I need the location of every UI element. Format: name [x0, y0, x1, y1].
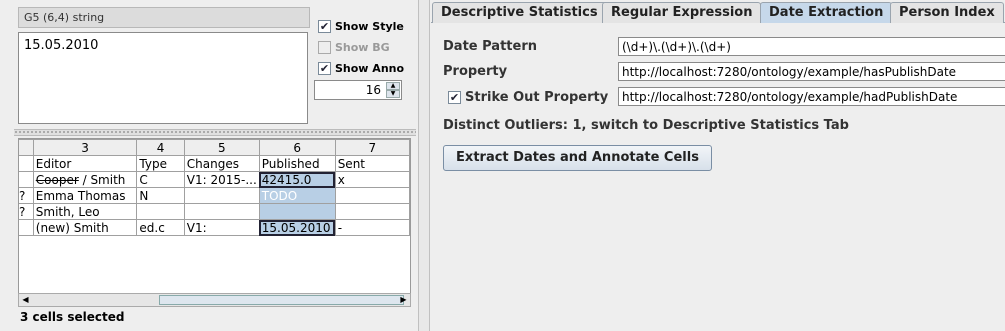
- grid-cell[interactable]: -: [334, 219, 410, 236]
- scroll-right-icon[interactable]: ▶: [397, 294, 410, 306]
- show-bg-label: Show BG: [335, 40, 390, 54]
- cell-reference: G5 (6,4) string: [18, 7, 310, 28]
- grid-cell[interactable]: N: [136, 187, 185, 204]
- spreadsheet-grid: 3 4 5 6 7 Editor Type Changes Published …: [18, 138, 411, 294]
- row-marker: [19, 219, 34, 236]
- column-header-row: 3 4 5 6 7: [19, 139, 410, 156]
- grid-cell[interactable]: Cooper / Smith: [32, 171, 138, 188]
- cell-text: / Smith: [78, 172, 126, 187]
- font-size-spinner[interactable]: 16 ▲ ▼: [314, 80, 402, 100]
- checkmark-icon: ✔: [318, 61, 331, 75]
- grid-cell-selected[interactable]: 15.05.2010: [258, 219, 336, 236]
- show-bg-checkbox[interactable]: Show BG: [318, 39, 390, 55]
- spinner-up-icon[interactable]: ▲: [386, 82, 400, 90]
- grid-cell[interactable]: [334, 203, 410, 220]
- grid-cell-selected[interactable]: 42415.0: [258, 171, 336, 188]
- grid-cell[interactable]: V1:: [183, 219, 260, 236]
- strike-out-checkbox[interactable]: ✔ Strike Out Property: [448, 89, 608, 105]
- checkmark-icon: ✔: [318, 19, 331, 33]
- checkbox-empty-icon: [318, 40, 331, 54]
- grid-cell[interactable]: ed.c: [136, 219, 185, 236]
- spinner-down-icon[interactable]: ▼: [386, 90, 400, 98]
- status-text: 3 cells selected: [20, 310, 125, 324]
- tab-regular-expression[interactable]: Regular Expression: [602, 2, 762, 23]
- outliers-message: Distinct Outliers: 1, switch to Descript…: [443, 118, 849, 133]
- table-row: (new) Smith ed.c V1: 15.05.2010 -: [19, 219, 410, 236]
- show-anno-checkbox[interactable]: ✔ Show Anno: [318, 60, 404, 76]
- grid-cell[interactable]: C: [136, 171, 185, 188]
- grid-cell[interactable]: [183, 187, 260, 204]
- vertical-split-divider[interactable]: [418, 0, 430, 331]
- table-row: Editor Type Changes Published Sent: [19, 155, 410, 172]
- table-row: ? Emma Thomas N TODO: [19, 187, 410, 204]
- struck-text: Cooper: [35, 172, 79, 187]
- grid-cell[interactable]: [136, 203, 185, 220]
- property-input[interactable]: http://localhost:7280/ontology/example/h…: [618, 62, 1005, 81]
- grid-cell[interactable]: [334, 187, 410, 204]
- show-anno-label: Show Anno: [335, 61, 405, 75]
- tab-date-extraction[interactable]: Date Extraction: [760, 2, 893, 23]
- horizontal-scrollbar[interactable]: ◀ ▶: [18, 293, 411, 307]
- column-header[interactable]: 6: [258, 139, 336, 156]
- row-marker: ?: [19, 187, 34, 204]
- grid-cell[interactable]: Sent: [334, 155, 410, 172]
- column-header[interactable]: 4: [136, 139, 185, 156]
- property-label: Property: [443, 64, 508, 79]
- grid-cell[interactable]: Published: [258, 155, 336, 172]
- grid-cell[interactable]: V1: 2015-...: [183, 171, 260, 188]
- cell-value-editor[interactable]: 15.05.2010: [18, 32, 308, 124]
- tab-descriptive-statistics[interactable]: Descriptive Statistics: [432, 2, 607, 23]
- grid-cell[interactable]: Smith, Leo: [32, 203, 138, 220]
- grid-cell[interactable]: x: [334, 171, 410, 188]
- table-row: Cooper / Smith C V1: 2015-... 42415.0 x: [19, 171, 410, 188]
- strike-out-label: Strike Out Property: [465, 89, 609, 105]
- spinner-value: 16: [365, 83, 381, 97]
- grid-cell-selected[interactable]: [258, 203, 336, 220]
- scroll-left-icon[interactable]: ◀: [19, 294, 32, 306]
- date-pattern-input[interactable]: (\d+)\.(\d+)\.(\d+): [618, 37, 1005, 56]
- table-row: ? Smith, Leo: [19, 203, 410, 220]
- tab-person-index[interactable]: Person Index: [890, 2, 1004, 23]
- column-header[interactable]: 7: [334, 139, 410, 156]
- show-style-checkbox[interactable]: ✔ Show Style: [318, 18, 404, 34]
- row-header-corner: [19, 139, 34, 156]
- grid-cell[interactable]: Type: [136, 155, 185, 172]
- grid-cell[interactable]: (new) Smith: [32, 219, 138, 236]
- grid-cell[interactable]: Emma Thomas: [32, 187, 138, 204]
- grid-cell[interactable]: Changes: [183, 155, 260, 172]
- column-header[interactable]: 3: [32, 139, 138, 156]
- date-pattern-label: Date Pattern: [443, 39, 537, 54]
- column-header[interactable]: 5: [183, 139, 260, 156]
- checkmark-icon: ✔: [448, 90, 461, 104]
- split-divider[interactable]: [14, 129, 416, 136]
- row-marker: ?: [19, 203, 34, 220]
- extract-dates-button[interactable]: Extract Dates and Annotate Cells: [443, 145, 712, 171]
- strike-out-property-input[interactable]: http://localhost:7280/ontology/example/h…: [618, 87, 1005, 106]
- grid-cell[interactable]: [183, 203, 260, 220]
- grid-cell[interactable]: Editor: [32, 155, 138, 172]
- scrollbar-thumb[interactable]: [159, 295, 404, 305]
- show-style-label: Show Style: [335, 19, 404, 33]
- row-marker: [19, 171, 34, 188]
- row-marker: [19, 155, 34, 172]
- grid-cell-selected[interactable]: TODO: [258, 187, 336, 204]
